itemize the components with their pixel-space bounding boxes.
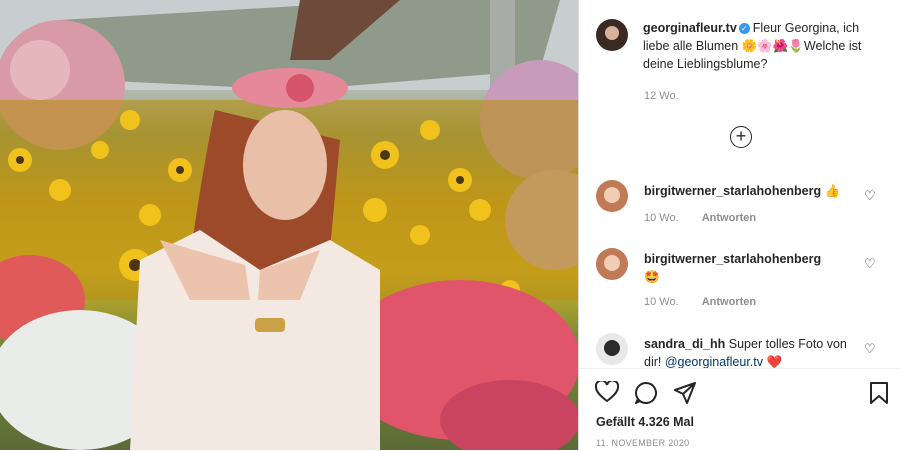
comment-username[interactable]: sandra_di_hh [644,337,725,351]
comment-username[interactable]: birgitwerner_starlahohenberg [644,184,821,198]
post-time: 12 Wo. [644,90,679,102]
post-photo[interactable] [0,0,578,450]
avatar[interactable] [596,333,628,365]
share-icon[interactable] [673,381,697,410]
comment-mention[interactable]: @georginafleur.tv [665,355,763,369]
likes-count[interactable]: Gefällt 4.326 Mal [596,415,694,429]
post-actions: Gefällt 4.326 Mal 11. NOVEMBER 2020 [579,368,900,451]
reply-button[interactable]: Antworten [702,296,756,308]
comment-text: sandra_di_hh Super tolles Foto von dir! … [644,335,859,369]
heart-icon[interactable]: ♡ [864,341,876,357]
bookmark-icon[interactable] [869,381,889,410]
reply-button[interactable]: Antworten [702,212,756,224]
avatar-image [596,333,628,365]
post-caption-block: georginafleur.tv ✓ Fleur Georgina, ich lie… [596,19,868,73]
heart-icon[interactable]: ♡ [864,256,876,272]
heart-icon[interactable]: ♡ [864,188,876,204]
comment-time: 10 Wo. [644,212,679,224]
photo-illustration [0,0,578,450]
verified-badge-icon: ✓ [738,23,750,35]
comment-body: 👍 [824,184,841,198]
caption: georginafleur.tv ✓ Fleur Georgina, ich lie… [643,19,868,73]
avatar-image [596,248,628,280]
comment-username[interactable]: birgitwerner_starlahohenberg [644,252,821,266]
comment-meta: 10 Wo. Antworten [644,212,776,224]
avatar[interactable] [596,248,628,280]
avatar[interactable] [596,180,628,212]
comment-emoji: ❤️ [766,355,783,369]
post-side-panel: georginafleur.tv ✓ Fleur Georgina, ich lie… [578,0,900,450]
plus-circle-icon[interactable]: + [730,126,752,148]
comment-body: 🤩 [644,270,660,284]
comment-text: birgitwerner_starlahohenberg 🤩 [644,250,859,286]
comment-text: birgitwerner_starlahohenberg 👍 [644,182,859,200]
heart-icon[interactable] [594,379,620,408]
avatar-image [596,180,628,212]
comment-meta: 10 Wo. Antworten [644,296,776,308]
avatar-image [596,19,628,51]
post-username[interactable]: georginafleur.tv [643,21,737,35]
post-date: 11. NOVEMBER 2020 [596,438,690,448]
comment-icon[interactable] [634,381,658,410]
avatar[interactable] [596,19,628,51]
comment-time: 10 Wo. [644,296,679,308]
